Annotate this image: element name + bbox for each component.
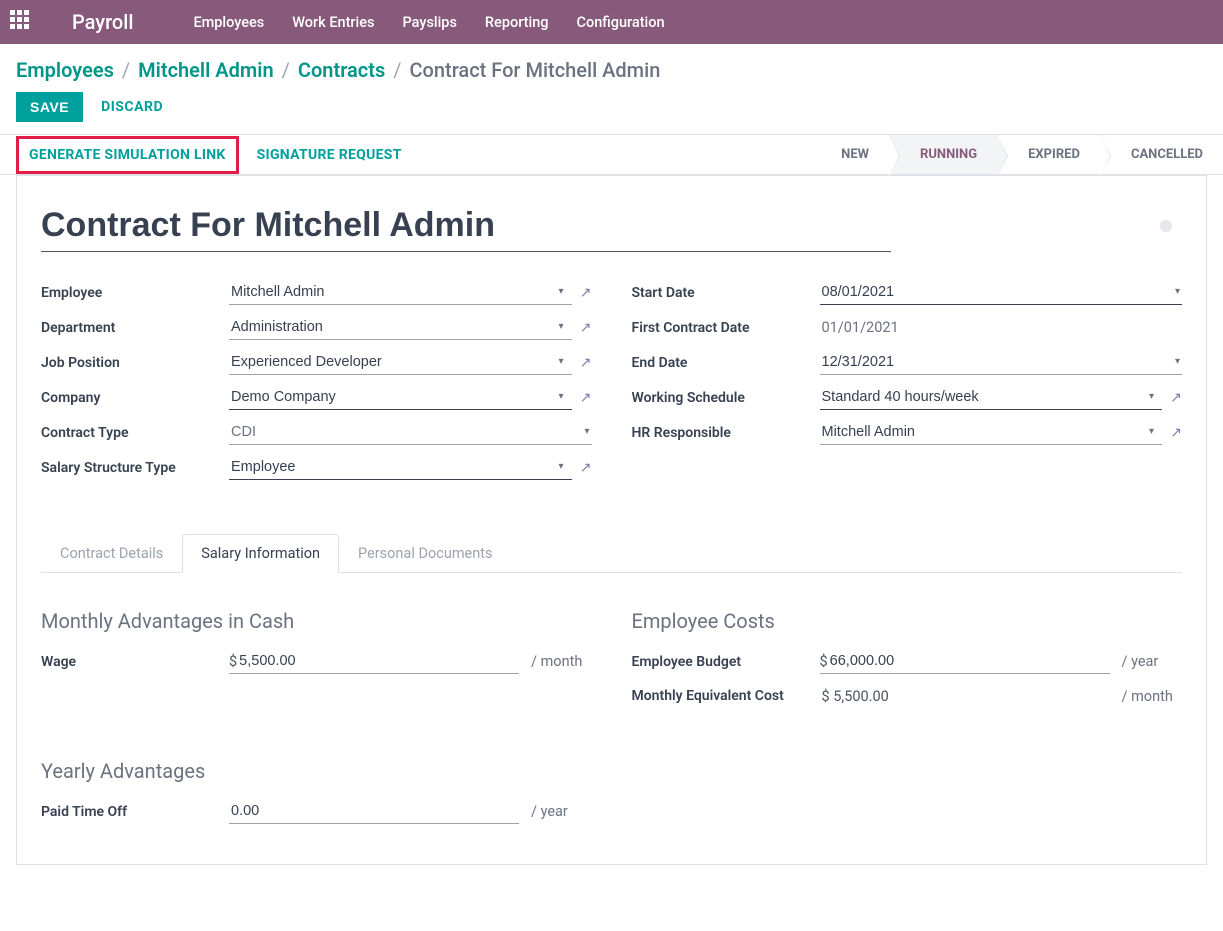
external-link-icon[interactable]: ↗ xyxy=(1170,425,1182,441)
job-position-field[interactable] xyxy=(229,350,572,375)
employee-field[interactable] xyxy=(229,280,572,305)
department-field[interactable] xyxy=(229,315,572,340)
external-link-icon[interactable]: ↗ xyxy=(580,285,592,301)
contract-title-input[interactable] xyxy=(41,206,891,252)
priority-indicator[interactable] xyxy=(1160,220,1172,232)
employee-budget-input[interactable] xyxy=(828,649,1110,673)
hr-responsible-label: HR Responsible xyxy=(632,425,820,441)
tab-personal-documents[interactable]: Personal Documents xyxy=(339,534,511,573)
nav-employees[interactable]: Employees xyxy=(193,14,264,31)
breadcrumb-current: Contract For Mitchell Admin xyxy=(410,58,661,82)
pto-unit: / year xyxy=(531,803,568,820)
first-contract-date-label: First Contract Date xyxy=(632,320,820,336)
end-date-field[interactable] xyxy=(820,350,1183,375)
status-expired[interactable]: EXPIRED xyxy=(997,135,1100,174)
wage-unit: / month xyxy=(531,653,582,670)
department-label: Department xyxy=(41,320,229,336)
salary-structure-type-field[interactable] xyxy=(229,455,572,480)
contract-type-label: Contract Type xyxy=(41,425,229,441)
status-running[interactable]: RUNNING xyxy=(889,135,997,174)
tabs: Contract Details Salary Information Pers… xyxy=(41,534,1182,573)
external-link-icon[interactable]: ↗ xyxy=(1170,390,1182,406)
top-bar: Payroll Employees Work Entries Payslips … xyxy=(0,0,1223,44)
action-row: SAVE DISCARD xyxy=(0,92,1223,134)
status-cancelled[interactable]: CANCELLED xyxy=(1100,135,1223,174)
breadcrumb-separator: / xyxy=(393,58,401,82)
tab-salary-information[interactable]: Salary Information xyxy=(182,534,339,573)
yearly-advantages-title: Yearly Advantages xyxy=(41,759,592,783)
budget-currency: $ xyxy=(820,653,828,670)
app-title: Payroll xyxy=(72,10,133,34)
wage-input[interactable] xyxy=(237,649,519,673)
working-schedule-field[interactable] xyxy=(820,385,1163,410)
breadcrumb-employees[interactable]: Employees xyxy=(16,58,114,82)
working-schedule-label: Working Schedule xyxy=(632,390,820,406)
employee-costs-title: Employee Costs xyxy=(632,609,1183,633)
save-button[interactable]: SAVE xyxy=(16,92,83,122)
nav-reporting[interactable]: Reporting xyxy=(485,14,549,31)
employee-label: Employee xyxy=(41,285,229,301)
toolbar: GENERATE SIMULATION LINK SIGNATURE REQUE… xyxy=(0,134,1223,175)
monthly-advantages-section: Monthly Advantages in Cash Wage $ / mont… xyxy=(41,609,592,719)
mec-label: Monthly Equivalent Cost xyxy=(632,687,820,707)
pto-label: Paid Time Off xyxy=(41,804,229,820)
tab-contract-details[interactable]: Contract Details xyxy=(41,534,182,573)
company-field[interactable] xyxy=(229,385,572,410)
monthly-advantages-title: Monthly Advantages in Cash xyxy=(41,609,592,633)
salary-structure-type-label: Salary Structure Type xyxy=(41,460,229,476)
toolbar-actions: GENERATE SIMULATION LINK SIGNATURE REQUE… xyxy=(16,137,402,173)
breadcrumb-contracts[interactable]: Contracts xyxy=(298,58,385,82)
nav-work-entries[interactable]: Work Entries xyxy=(292,14,374,31)
breadcrumb-separator: / xyxy=(122,58,130,82)
breadcrumb-employee[interactable]: Mitchell Admin xyxy=(138,58,273,82)
contract-type-field[interactable] xyxy=(229,420,592,445)
end-date-label: End Date xyxy=(632,355,820,371)
apps-icon[interactable] xyxy=(10,10,34,34)
breadcrumb: Employees / Mitchell Admin / Contracts /… xyxy=(0,44,1223,92)
wage-currency: $ xyxy=(229,653,237,670)
discard-button[interactable]: DISCARD xyxy=(101,99,163,115)
status-bar: NEW RUNNING EXPIRED CANCELLED xyxy=(811,135,1223,174)
external-link-icon[interactable]: ↗ xyxy=(580,390,592,406)
form-sheet: Employee ▾ ↗ Department ▾ ↗ Job Position xyxy=(16,175,1207,865)
budget-unit: / year xyxy=(1122,653,1159,670)
signature-request-button[interactable]: SIGNATURE REQUEST xyxy=(257,147,402,163)
nav-configuration[interactable]: Configuration xyxy=(577,14,665,31)
mec-value: $ 5,500.00 xyxy=(820,684,1110,709)
mec-unit: / month xyxy=(1122,688,1173,705)
first-contract-date-value: 01/01/2021 xyxy=(820,315,1183,340)
job-position-label: Job Position xyxy=(41,355,229,371)
wage-label: Wage xyxy=(41,654,229,670)
start-date-field[interactable] xyxy=(820,280,1183,305)
pto-input[interactable] xyxy=(229,799,519,823)
generate-simulation-link-button[interactable]: GENERATE SIMULATION LINK xyxy=(16,136,239,174)
external-link-icon[interactable]: ↗ xyxy=(580,320,592,336)
nav-payslips[interactable]: Payslips xyxy=(402,14,456,31)
company-label: Company xyxy=(41,390,229,406)
external-link-icon[interactable]: ↗ xyxy=(580,355,592,371)
start-date-label: Start Date xyxy=(632,285,820,301)
status-new[interactable]: NEW xyxy=(811,135,889,174)
hr-responsible-field[interactable] xyxy=(820,420,1163,445)
external-link-icon[interactable]: ↗ xyxy=(580,460,592,476)
fields-left-col: Employee ▾ ↗ Department ▾ ↗ Job Position xyxy=(41,280,592,490)
breadcrumb-separator: / xyxy=(282,58,290,82)
employee-costs-section: Employee Costs Employee Budget $ / year … xyxy=(632,609,1183,719)
yearly-advantages-section: Yearly Advantages Paid Time Off / year xyxy=(41,759,592,834)
employee-budget-label: Employee Budget xyxy=(632,654,820,670)
top-nav: Employees Work Entries Payslips Reportin… xyxy=(193,14,664,31)
fields-right-col: Start Date ▾ First Contract Date 01/01/2… xyxy=(632,280,1183,490)
